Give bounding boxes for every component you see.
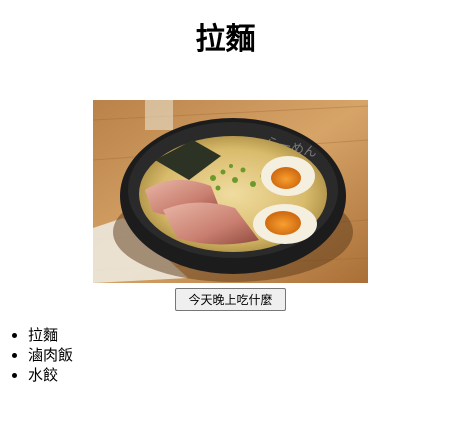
background-glass [145, 100, 173, 130]
list-item: 水餃 [28, 365, 73, 385]
list-item: 拉麵 [28, 325, 73, 345]
list-item: 滷肉飯 [28, 345, 73, 365]
egg-yolk [265, 211, 301, 235]
ramen-photo: らーめん [93, 100, 368, 283]
food-list: 拉麵 滷肉飯 水餃 [0, 325, 73, 385]
egg-yolk [271, 167, 301, 189]
page-title: 拉麵 [195, 22, 256, 57]
what-to-eat-button[interactable]: 今天晚上吃什麼 [175, 288, 286, 311]
